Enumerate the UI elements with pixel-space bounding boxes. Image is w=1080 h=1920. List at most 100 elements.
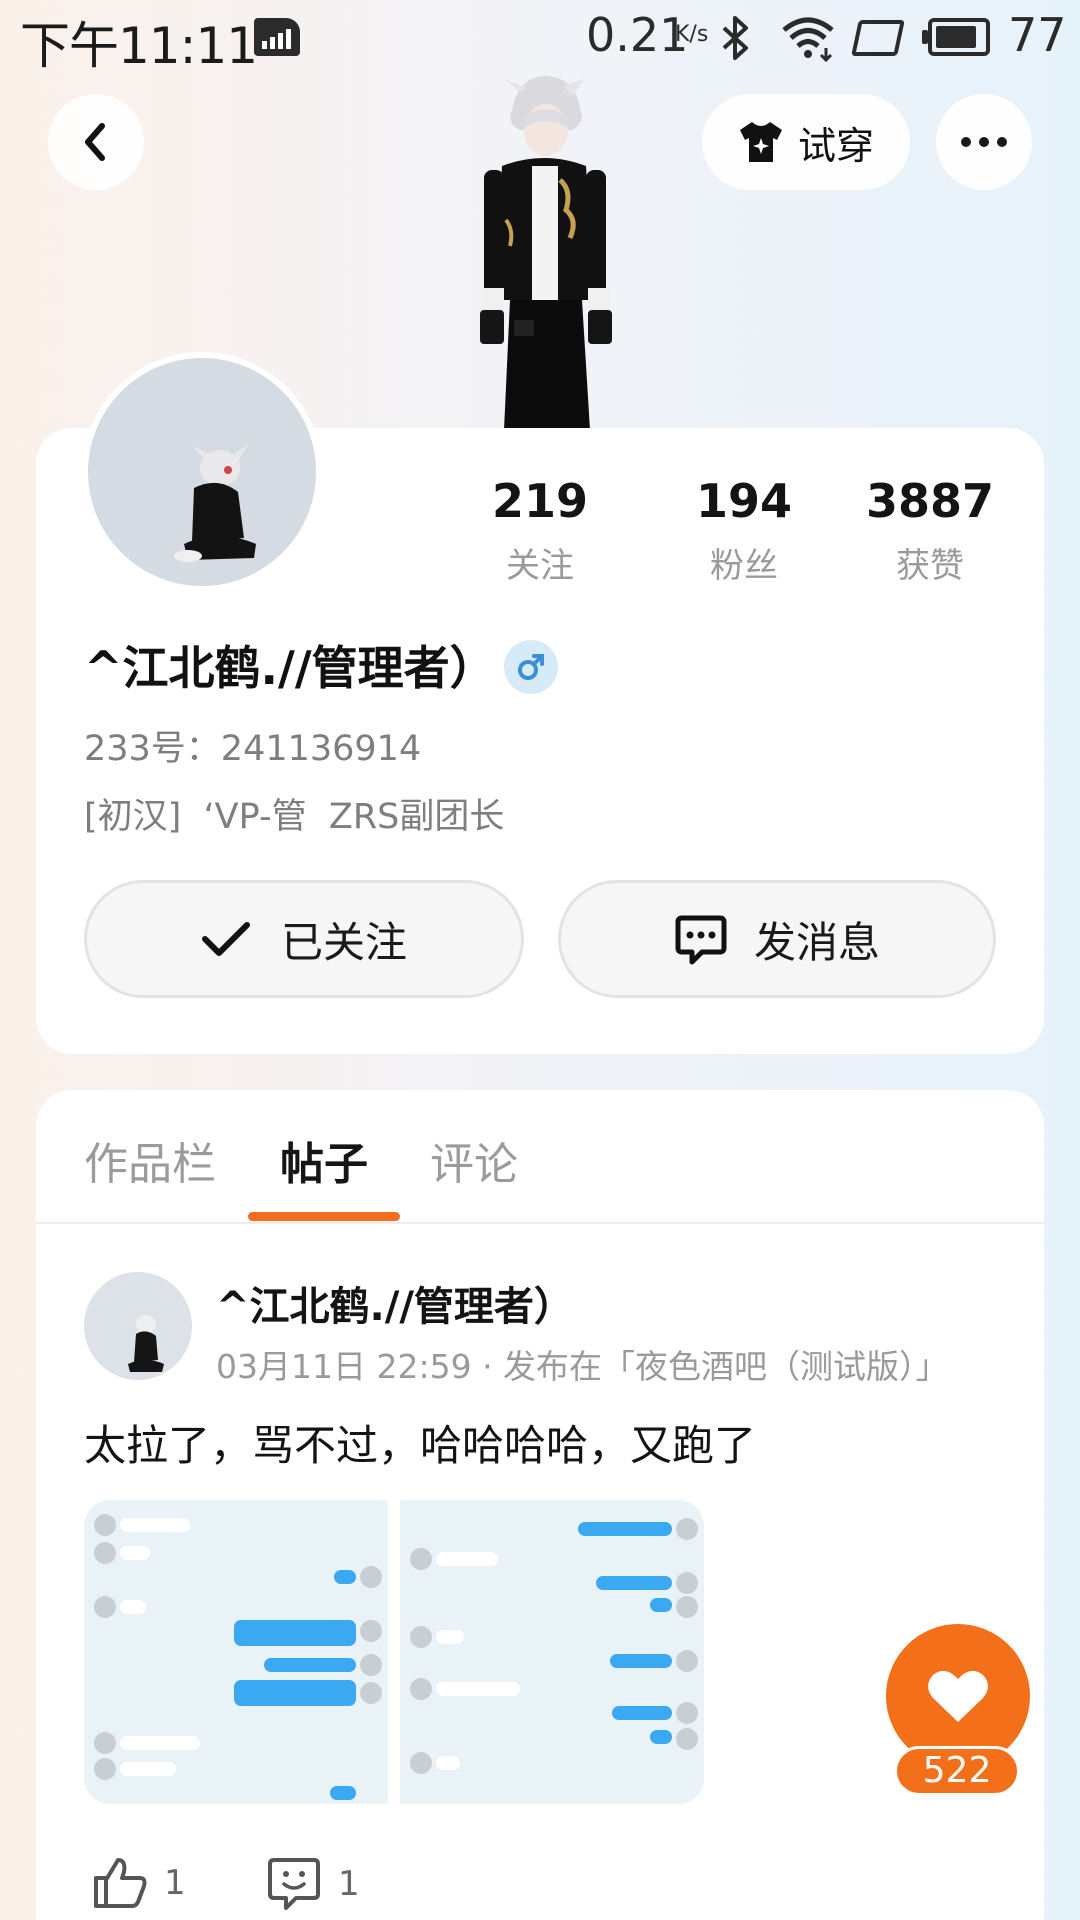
stat-label: 粉丝 [710, 546, 778, 586]
sim-icon [254, 18, 300, 56]
more-dot [997, 137, 1007, 147]
post-image-2[interactable] [400, 1500, 704, 1804]
chat-avatar [360, 1682, 382, 1704]
profile-uid: 233号：241136914 [84, 729, 422, 769]
stat-value: 194 [695, 474, 793, 528]
send-message-label: 发消息 [753, 917, 880, 967]
active-tab-indicator [248, 1212, 400, 1221]
chat-avatar [360, 1566, 382, 1588]
try-on-button[interactable]: 试穿 [702, 94, 910, 190]
more-options-button[interactable] [936, 94, 1032, 190]
chat-bubble [436, 1682, 520, 1696]
chat-bubble [596, 1576, 672, 1590]
more-horizontal-icon [961, 137, 971, 147]
chat-avatar [94, 1542, 116, 1564]
chevron-left-icon [85, 123, 105, 161]
tab-works[interactable]: 作品栏 [84, 1128, 216, 1192]
avatar-image [128, 1315, 164, 1372]
chat-bubble [234, 1620, 356, 1646]
profile-username: ^江北鹤.//管理者） [84, 641, 496, 695]
post-meta: 03月11日 22:59 · 发布在「夜色酒吧（测试版）」 [216, 1347, 949, 1386]
tab-posts[interactable]: 帖子 [280, 1128, 368, 1192]
chat-bubble [120, 1762, 176, 1776]
stat-value: 219 [491, 474, 589, 528]
post-comment-count: 1 [338, 1864, 360, 1904]
network-speed-unit: K/s [675, 22, 709, 47]
post-text[interactable]: 太拉了，骂不过，哈哈哈哈，又跑了 [84, 1412, 756, 1473]
more-dot [979, 137, 989, 147]
stat-label: 获赞 [896, 546, 964, 586]
chat-bubble [436, 1756, 460, 1770]
post-author-avatar[interactable] [84, 1272, 192, 1380]
chat-avatar [360, 1620, 382, 1642]
favorite-count: 522 [894, 1746, 1020, 1796]
chat-bubble [234, 1680, 356, 1706]
chat-avatar [676, 1572, 698, 1594]
network-speed: 0.21 [586, 8, 689, 62]
chat-avatar [676, 1518, 698, 1540]
chat-bubble [330, 1786, 356, 1800]
wifi-icon [782, 17, 834, 62]
chat-bubble [436, 1552, 498, 1566]
chat-bubble [120, 1736, 200, 1750]
divider [36, 1222, 1044, 1224]
thumbs-up-icon [94, 1858, 147, 1908]
chat-bubble [436, 1630, 464, 1644]
stat-label: 关注 [506, 546, 574, 586]
chat-bubble [650, 1598, 672, 1612]
sdcard-icon [851, 20, 905, 56]
chat-bubble [578, 1522, 672, 1536]
chat-bubble [120, 1546, 150, 1560]
chat-avatar [94, 1596, 116, 1618]
post-comment-button[interactable]: 1 [266, 1856, 360, 1912]
status-time: 下午11:11 [20, 17, 258, 75]
stat-following[interactable]: 219 关注 [440, 474, 640, 587]
chat-bubble [650, 1730, 672, 1744]
chat-avatar [360, 1654, 382, 1676]
profile-stats: 219 关注 194 粉丝 3887 获赞 [440, 474, 1040, 587]
following-button[interactable]: 已关注 [84, 880, 524, 998]
stat-value: 3887 [865, 474, 995, 528]
battery-level: 77 [1008, 8, 1067, 62]
post-like-count: 1 [164, 1863, 186, 1903]
chat-avatar [94, 1514, 116, 1536]
chat-avatar [676, 1702, 698, 1724]
post-image-1[interactable] [84, 1500, 388, 1804]
stat-followers[interactable]: 194 粉丝 [644, 474, 844, 587]
gender-badge [504, 640, 558, 694]
try-on-label: 试穿 [797, 123, 874, 168]
chat-avatar [676, 1728, 698, 1750]
tab-comments[interactable]: 评论 [430, 1128, 518, 1192]
stat-likes[interactable]: 3887 获赞 [830, 474, 1030, 587]
male-icon [518, 654, 544, 680]
chat-avatar [410, 1678, 432, 1700]
back-button[interactable] [48, 94, 144, 190]
comment-icon [268, 1858, 320, 1910]
status-bar: 下午11:11 0.21 K/s 77 [0, 0, 1080, 76]
bluetooth-icon [722, 16, 748, 60]
chat-bubble [120, 1518, 190, 1532]
chat-avatar [94, 1732, 116, 1754]
chat-avatar [676, 1650, 698, 1672]
chat-bubble [264, 1658, 356, 1672]
send-message-button[interactable]: 发消息 [558, 880, 996, 998]
check-icon [201, 922, 250, 956]
tshirt-icon [739, 122, 782, 162]
post-like-button[interactable]: 1 [92, 1856, 186, 1910]
chat-bubble-icon [675, 915, 727, 965]
profile-avatar[interactable] [82, 352, 322, 592]
chat-avatar [410, 1626, 432, 1648]
chat-avatar [676, 1596, 698, 1618]
heart-icon [928, 1670, 988, 1722]
post-author-name[interactable]: ^江北鹤.//管理者） [216, 1274, 574, 1332]
chat-bubble [612, 1706, 672, 1720]
chat-avatar [410, 1548, 432, 1570]
battery-icon [922, 18, 990, 56]
chat-bubble [334, 1570, 356, 1584]
chat-bubble [120, 1600, 146, 1614]
profile-bio: [初汉] ‘VP-管 ZRS副团长 [84, 797, 505, 837]
following-label: 已关注 [280, 917, 407, 967]
avatar-character-figure [480, 76, 612, 430]
chat-avatar [410, 1752, 432, 1774]
chat-avatar [94, 1758, 116, 1780]
